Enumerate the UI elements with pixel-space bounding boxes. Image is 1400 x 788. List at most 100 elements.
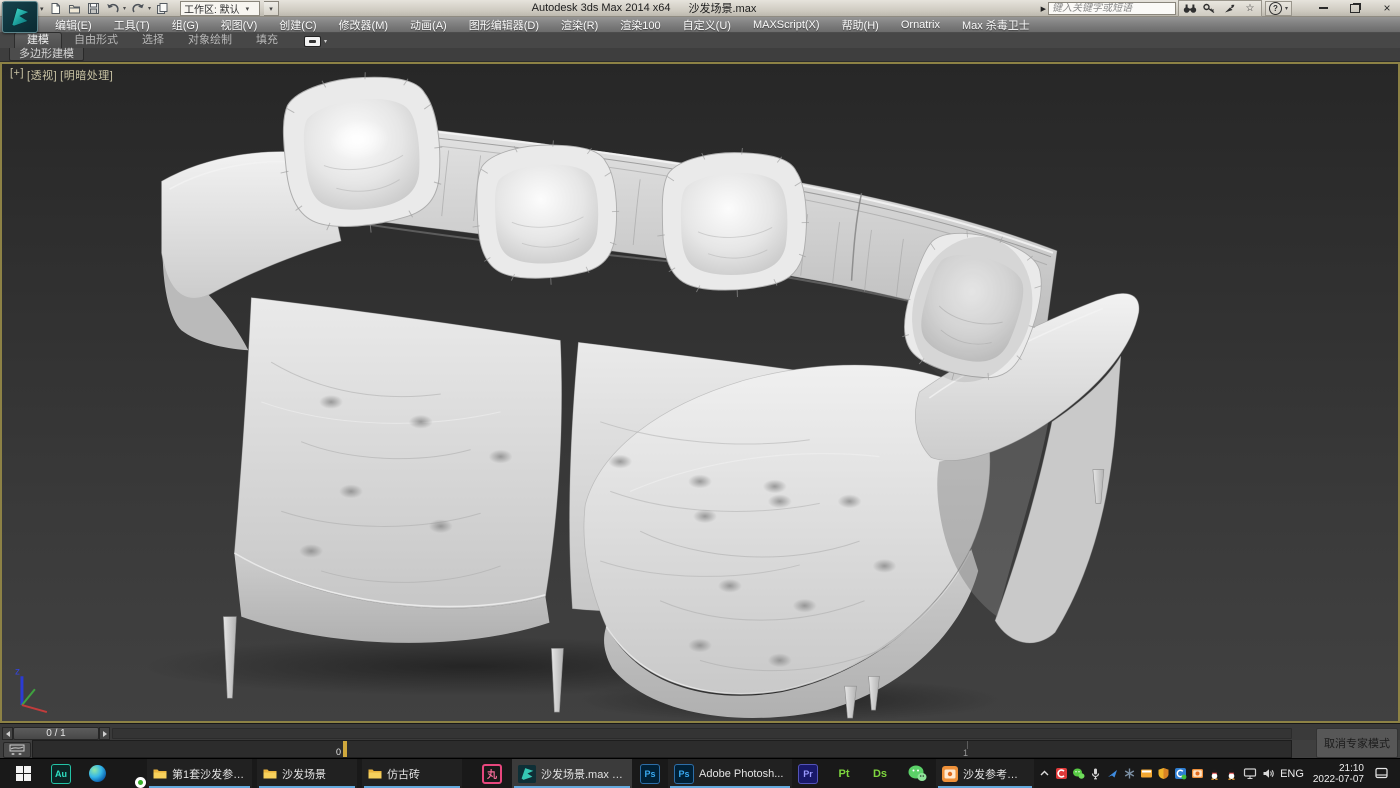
restore-button[interactable] [1346, 1, 1364, 15]
taskbar-pin-painter[interactable]: Pt [830, 759, 858, 788]
taskbar-window-folder3[interactable]: 仿古砖 [362, 759, 462, 788]
taskbar-window-folder1[interactable]: 第1套沙发参考图 [147, 759, 252, 788]
tray-icon-display-cast[interactable] [1241, 759, 1259, 788]
track-bar[interactable]: 0 1 [32, 740, 1292, 758]
taskbar-window-acdsee[interactable]: 沙发参考图06 - A... [936, 759, 1034, 788]
taskbar-window-label: 仿古砖 [387, 766, 420, 782]
tray-icon-screenshot-camera[interactable] [1189, 759, 1206, 788]
menu-edit[interactable]: 编辑(E) [44, 17, 103, 33]
mini-curve-editor-button[interactable] [3, 742, 31, 758]
panel-tab-polygon-modeling[interactable]: 多边形建模 [9, 48, 84, 61]
tray-icon-orange-folder-app[interactable] [1138, 759, 1155, 788]
menu-ornatrix[interactable]: Ornatrix [890, 19, 951, 31]
next-frame-button[interactable] [99, 727, 110, 740]
menu-views[interactable]: 视图(V) [210, 17, 269, 33]
minimize-button[interactable] [1314, 1, 1332, 15]
cancel-expert-mode-button[interactable]: 取消专家模式 [1316, 728, 1398, 758]
workspace-selector[interactable]: 工作区: 默认 ▾ [180, 1, 260, 16]
taskbar-pin-premiere[interactable]: Pr [794, 759, 822, 788]
taskbar-pin-photoshop[interactable]: Ps [636, 759, 664, 788]
redo-dropdown-caret[interactable]: ▾ [148, 5, 151, 12]
search-input[interactable] [1048, 2, 1176, 15]
search-expand-icon[interactable]: ▶ [1041, 5, 1046, 13]
save-file-button[interactable] [86, 2, 101, 16]
open-file-button[interactable] [67, 2, 82, 16]
communication-center-button[interactable] [1221, 2, 1239, 15]
ribbon-tab-freeform[interactable]: 自由形式 [62, 33, 130, 48]
menu-animation[interactable]: 动画(A) [399, 17, 458, 33]
time-slider-handle[interactable]: 0 / 1 [13, 727, 99, 740]
ribbon-tab-populate[interactable]: 填充 [244, 33, 290, 48]
orange-window-icon [1140, 767, 1153, 780]
application-menu-caret-icon[interactable]: ▾ [40, 5, 44, 13]
search-binoculars-button[interactable] [1181, 2, 1199, 15]
tray-icon-microphone[interactable] [1087, 759, 1104, 788]
previous-frame-button[interactable] [2, 727, 13, 740]
tray-icon-blue-arrow-app[interactable] [1104, 759, 1121, 788]
taskbar-window-photoshop[interactable]: Ps Adobe Photosh... [668, 759, 792, 788]
project-sheets-icon [156, 2, 169, 15]
taskbar-pin-designer[interactable]: Ds [866, 759, 894, 788]
tray-icon-wechat[interactable] [1070, 759, 1087, 788]
new-file-button[interactable] [48, 2, 63, 16]
timeline-current-frame-marker[interactable] [343, 741, 347, 757]
tray-language-indicator[interactable]: ENG [1278, 759, 1306, 788]
viewport-shading-menu[interactable]: [明暗处理] [60, 67, 113, 83]
menu-create[interactable]: 创建(C) [268, 17, 327, 33]
taskbar-pin-wechat[interactable] [902, 759, 932, 788]
menu-help[interactable]: 帮助(H) [831, 17, 890, 33]
tray-show-hidden-button[interactable] [1036, 759, 1052, 788]
taskbar-window-folder2[interactable]: 沙发场景 [257, 759, 357, 788]
ribbon-tab-modeling[interactable]: 建模 [14, 32, 62, 48]
tray-icon-asterisk-app[interactable] [1121, 759, 1138, 788]
menu-group[interactable]: 组(G) [161, 17, 210, 33]
application-menu-button[interactable] [2, 1, 38, 33]
ribbon-tab-object-paint[interactable]: 对象绘制 [176, 33, 244, 48]
key-icon [1203, 3, 1216, 14]
perspective-viewport[interactable]: [+] [透视] [明暗处理] [0, 62, 1400, 723]
tray-icon-security-shield[interactable] [1155, 759, 1172, 788]
menu-antivirus[interactable]: Max 杀毒卫士 [951, 17, 1041, 33]
tray-icon-red-c-app[interactable] [1053, 759, 1070, 788]
ribbon-collapse-button[interactable]: ▾ [304, 35, 327, 48]
tray-clock[interactable]: 21:10 2022-07-07 [1306, 759, 1364, 788]
taskbar-pin-wan[interactable]: 丸 [478, 759, 506, 788]
menu-modifiers[interactable]: 修改器(M) [328, 17, 400, 33]
satellite-dish-icon [1223, 3, 1236, 14]
viewport-general-menu[interactable]: [+] [10, 67, 24, 83]
menu-rendering[interactable]: 渲染(R) [550, 17, 609, 33]
tray-icon-qq-1[interactable] [1206, 759, 1223, 788]
undo-dropdown-caret[interactable]: ▾ [123, 5, 126, 12]
ribbon-tab-selection[interactable]: 选择 [130, 33, 176, 48]
taskbar-pin-audition[interactable]: Au [46, 759, 76, 788]
start-button[interactable] [6, 759, 40, 788]
taskbar-window-3dsmax[interactable]: 沙发场景.max - A... [512, 759, 632, 788]
help-button[interactable]: ? ▾ [1265, 1, 1292, 16]
tray-icon-volume[interactable] [1259, 759, 1277, 788]
menu-render100[interactable]: 渲染100 [609, 17, 671, 33]
redo-button[interactable] [130, 2, 146, 16]
menu-tools[interactable]: 工具(T) [103, 17, 161, 33]
taskbar-pin-edge[interactable] [82, 759, 112, 788]
project-folder-button[interactable] [155, 2, 170, 16]
workspace-extra-button[interactable]: ▾ [264, 1, 279, 16]
restore-icon [1350, 4, 1360, 13]
close-button[interactable]: × [1378, 1, 1396, 15]
document-title: 沙发场景.max [688, 0, 756, 16]
notification-center-button[interactable] [1368, 759, 1394, 788]
ribbon-minimize-icon [304, 36, 321, 47]
favorites-star-button[interactable]: ☆ [1241, 2, 1259, 15]
menu-maxscript[interactable]: MAXScript(X) [742, 19, 831, 31]
taskbar-pin-camtasia[interactable] [116, 759, 146, 788]
taskbar-window-label: 沙发场景.max - A... [541, 766, 626, 782]
windows-logo-icon [16, 766, 31, 781]
subscription-key-button[interactable] [1201, 2, 1219, 15]
viewport-pov-menu[interactable]: [透视] [27, 67, 57, 83]
world-axis-tripod: z [15, 666, 47, 712]
menu-customize[interactable]: 自定义(U) [672, 17, 742, 33]
tray-icon-blue-c-updater[interactable] [1172, 759, 1189, 788]
tray-icon-qq-2[interactable] [1223, 759, 1240, 788]
time-slider-track[interactable] [112, 728, 1292, 739]
menu-graph-editors[interactable]: 图形编辑器(D) [458, 17, 550, 33]
undo-button[interactable] [105, 2, 121, 16]
